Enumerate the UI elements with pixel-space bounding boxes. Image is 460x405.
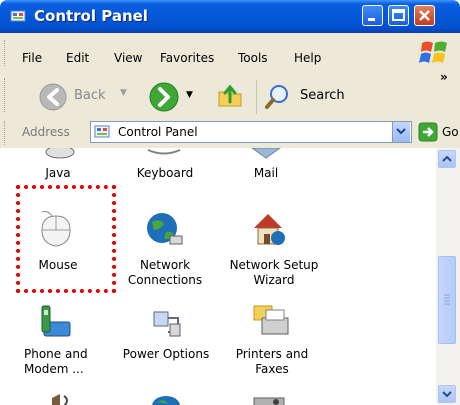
minimize-button[interactable] [362, 5, 383, 26]
address-grip[interactable] [4, 121, 7, 145]
chevron-down-icon [396, 128, 406, 135]
control-panel-icon [10, 10, 26, 22]
scroll-down-button[interactable] [438, 385, 456, 403]
control-panel-window: Control Panel File Edit View Favorites T… [0, 0, 460, 405]
back-button-label[interactable]: Back [74, 88, 106, 103]
item-label-java[interactable]: Java [28, 166, 88, 181]
item-label-printers-and-faxes[interactable]: Printers and Faxes [226, 347, 318, 377]
control-panel-small-icon [94, 125, 110, 138]
toolbar-grip[interactable] [4, 78, 7, 112]
item-label-network-setup-wizard[interactable]: Network Setup Wizard [222, 258, 326, 288]
menu-edit[interactable]: Edit [66, 51, 89, 65]
search-icon[interactable] [264, 82, 292, 110]
forward-dropdown-arrow-icon[interactable]: ▼ [186, 90, 193, 100]
item-label-mail[interactable]: Mail [236, 166, 296, 181]
sounds-icon[interactable] [46, 392, 74, 405]
item-label-keyboard[interactable]: Keyboard [120, 166, 210, 181]
scanners-and-cameras-icon[interactable] [250, 394, 290, 405]
item-label-power-options[interactable]: Power Options [116, 347, 216, 362]
network-setup-wizard-icon[interactable] [248, 210, 288, 248]
phone-and-modem-icon[interactable] [38, 304, 78, 344]
menu-grip[interactable] [4, 40, 7, 66]
windows-logo-icon [419, 41, 447, 63]
grip-lines-icon [444, 294, 450, 305]
scrollbar-thumb[interactable] [438, 256, 456, 344]
address-value: Control Panel [118, 125, 198, 139]
address-dropdown-button[interactable] [392, 122, 410, 142]
back-dropdown-arrow-icon[interactable]: ▼ [120, 88, 127, 98]
window-title: Control Panel [34, 7, 148, 25]
up-folder-icon[interactable] [216, 82, 244, 110]
network-connections-icon[interactable] [144, 208, 184, 248]
java-icon[interactable] [40, 148, 80, 162]
go-arrow-icon[interactable] [418, 122, 438, 142]
menu-favorites[interactable]: Favorites [160, 51, 214, 65]
search-button-label[interactable]: Search [300, 88, 345, 103]
maximize-icon [392, 9, 405, 21]
item-label-network-connections[interactable]: Network Connections [120, 258, 210, 288]
menu-tools[interactable]: Tools [238, 51, 268, 65]
menu-view[interactable]: View [114, 51, 142, 65]
title-bar[interactable]: Control Panel [0, 0, 460, 33]
forward-arrow-icon[interactable] [148, 81, 180, 113]
scroll-down-icon [442, 391, 452, 398]
back-arrow-icon[interactable] [38, 82, 68, 112]
toolbar-separator [256, 80, 257, 114]
go-button-label[interactable]: Go [442, 125, 459, 139]
mouse-highlight-marker [16, 185, 116, 293]
mail-icon[interactable] [246, 148, 286, 162]
close-icon [419, 10, 430, 21]
regional-options-icon[interactable] [150, 394, 182, 405]
keyboard-icon[interactable] [144, 148, 184, 158]
scroll-up-icon [442, 155, 452, 162]
minimize-icon [368, 18, 375, 21]
printers-and-faxes-icon[interactable] [248, 302, 292, 342]
menu-file[interactable]: File [22, 51, 42, 65]
item-label-phone-and-modem[interactable]: Phone and Modem ... [24, 347, 98, 377]
power-options-icon[interactable] [146, 304, 186, 340]
toolbar-more-chevron[interactable]: » [440, 70, 448, 84]
address-label: Address [22, 125, 70, 139]
scroll-up-button[interactable] [438, 150, 456, 168]
maximize-button[interactable] [388, 5, 409, 26]
close-button[interactable] [414, 5, 435, 26]
menu-help[interactable]: Help [294, 51, 321, 65]
